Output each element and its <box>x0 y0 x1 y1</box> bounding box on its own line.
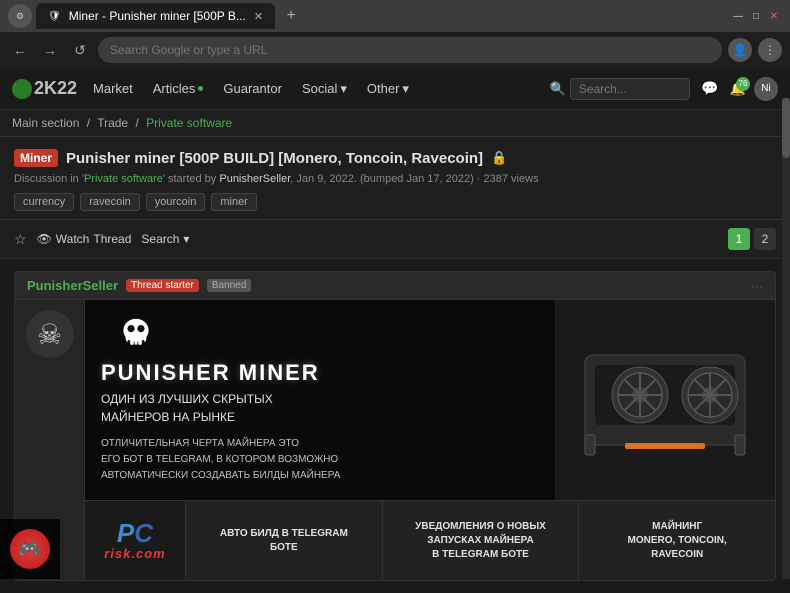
banner-subtitle: ОДИН ИЗ ЛУЧШИХ СКРЫТЫХМАЙНЕРОВ НА РЫНКЕ <box>101 390 539 426</box>
breadcrumb-private-software[interactable]: Private software <box>146 116 232 130</box>
thread-title: Miner Punisher miner [500P BUILD] [Moner… <box>14 149 776 167</box>
search-thread-button[interactable]: Search ▾ <box>141 232 189 246</box>
minimize-button[interactable]: — <box>730 8 746 24</box>
search-icon: 🔍 <box>550 81 566 97</box>
post-avatar: ☠ <box>26 310 74 358</box>
banner-right <box>555 300 775 500</box>
tag-currency[interactable]: currency <box>14 193 74 211</box>
close-button[interactable]: ✕ <box>766 8 782 24</box>
post-role-badge: Thread starter <box>126 279 199 292</box>
private-software-link[interactable]: Private software <box>84 173 163 185</box>
browser-right-icons: 👤 ⋮ <box>728 38 782 62</box>
refresh-button[interactable]: ↺ <box>68 38 92 62</box>
thread-tag-miner: Miner <box>14 149 58 167</box>
thread-title-text: Punisher miner [500P BUILD] [Monero, Ton… <box>66 150 483 167</box>
lock-icon: 🔒 <box>491 150 507 166</box>
feature-boxes: PC risk.com АВТО БИЛД В TELEGRAMБОТЕ УВЕ… <box>85 500 775 580</box>
post-content: PUNISHER MINER ОДИН ИЗ ЛУЧШИХ СКРЫТЫХМАЙ… <box>85 300 775 580</box>
tab-close-button[interactable]: ✕ <box>254 10 263 23</box>
page-2-button[interactable]: 2 <box>754 228 776 250</box>
url-input[interactable] <box>98 37 722 63</box>
tag-miner[interactable]: miner <box>211 193 257 211</box>
forward-button[interactable]: → <box>38 38 62 62</box>
nav-icons: 💬 🔔 76 Ni <box>698 77 778 101</box>
window-controls: — □ ✕ <box>730 8 782 24</box>
tab-title: Miner - Punisher miner [500P B... <box>69 9 246 23</box>
feature-box-3: МАЙНИНГMONERO, TONCOIN,RAVECOIN <box>578 501 775 580</box>
notification-count: 76 <box>736 77 750 91</box>
nav-search-input[interactable] <box>570 78 690 100</box>
browser-menu-button[interactable]: ⋮ <box>758 38 782 62</box>
tab-favicon: 🛡 <box>48 11 61 22</box>
breadcrumb-trade[interactable]: Trade <box>97 116 128 130</box>
post-area: PunisherSeller Thread starter Banned ···… <box>0 259 790 593</box>
search-chevron-icon: ▾ <box>183 232 189 246</box>
feature-box-2: УВЕДОМЛЕНИЯ О НОВЫХЗАПУСКАХ МАЙНЕРАВ TEL… <box>382 501 579 580</box>
chat-icon[interactable]: 💬 <box>698 77 722 101</box>
browser-profile-avatar[interactable]: 👤 <box>728 38 752 62</box>
nav-guarantor[interactable]: Guarantor <box>213 81 292 96</box>
watch-thread-button[interactable]: 👁 Watch Thread <box>37 232 132 246</box>
title-bar: ⚙ 🛡 Miner - Punisher miner [500P B... ✕ … <box>0 0 790 32</box>
site-nav: 2K22 Market Articles Guarantor Social ▾ … <box>0 68 790 110</box>
tab-bar: 🛡 Miner - Punisher miner [500P B... ✕ + <box>36 1 726 31</box>
articles-dot <box>198 86 203 91</box>
nav-other[interactable]: Other ▾ <box>357 81 419 97</box>
post-banned-badge: Banned <box>207 279 251 292</box>
post-more-button[interactable]: ··· <box>751 279 763 293</box>
bottom-widget[interactable]: 🎮 <box>0 519 60 579</box>
punisher-skull-graphic <box>101 316 171 352</box>
maximize-button[interactable]: □ <box>748 8 764 24</box>
back-button[interactable]: ← <box>8 38 32 62</box>
nav-articles[interactable]: Articles <box>143 81 214 96</box>
thread-header: Miner Punisher miner [500P BUILD] [Moner… <box>0 137 790 220</box>
scrollbar-track[interactable] <box>782 98 790 579</box>
address-bar: ← → ↺ 👤 ⋮ <box>0 32 790 68</box>
banner-title: PUNISHER MINER <box>101 360 539 386</box>
thread-toolbar: ☆ 👁 Watch Thread Search ▾ 1 2 <box>0 220 790 259</box>
browser-controls: ⚙ <box>8 4 32 28</box>
site-logo[interactable]: 2K22 <box>12 78 77 99</box>
pagination: 1 2 <box>728 228 776 250</box>
feature-box-2-text: УВЕДОМЛЕНИЯ О НОВЫХЗАПУСКАХ МАЙНЕРАВ TEL… <box>415 520 546 562</box>
feature-box-1-text: АВТО БИЛД В TELEGRAMБОТЕ <box>220 527 348 555</box>
feature-box-3-text: МАЙНИНГMONERO, TONCOIN,RAVECOIN <box>628 520 727 562</box>
feature-box-1: АВТО БИЛД В TELEGRAMБОТЕ <box>185 501 382 580</box>
new-tab-button[interactable]: + <box>279 4 303 28</box>
user-avatar[interactable]: Ni <box>754 77 778 101</box>
scrollbar-thumb[interactable] <box>782 98 790 158</box>
post-username[interactable]: PunisherSeller <box>27 278 118 293</box>
watch-icon: 👁 <box>37 232 52 246</box>
nav-market[interactable]: Market <box>83 81 143 96</box>
tag-ravecoin[interactable]: ravecoin <box>80 193 140 211</box>
banner-desc: ОТЛИЧИТЕЛЬНАЯ ЧЕРТА МАЙНЕРА ЭТОЕГО БОТ В… <box>101 436 539 484</box>
breadcrumb: Main section / Trade / Private software <box>0 110 790 137</box>
author-link[interactable]: PunisherSeller <box>219 173 290 185</box>
page-1-button[interactable]: 1 <box>728 228 750 250</box>
active-tab[interactable]: 🛡 Miner - Punisher miner [500P B... ✕ <box>36 3 275 29</box>
site-content: 2K22 Market Articles Guarantor Social ▾ … <box>0 68 790 593</box>
star-button[interactable]: ☆ <box>14 231 27 248</box>
banner-left: PUNISHER MINER ОДИН ИЗ ЛУЧШИХ СКРЫТЫХМАЙ… <box>85 300 555 500</box>
tag-yourcoin[interactable]: yourcoin <box>146 193 206 211</box>
thread-meta: Discussion in 'Private software' started… <box>14 173 776 185</box>
skull-icon: ☠ <box>37 318 62 351</box>
nav-social[interactable]: Social ▾ <box>292 81 357 97</box>
logo-circle <box>12 79 32 99</box>
thread-tags: currency ravecoin yourcoin miner <box>14 193 776 211</box>
breadcrumb-main[interactable]: Main section <box>12 116 79 130</box>
post: PunisherSeller Thread starter Banned ···… <box>14 271 776 581</box>
gpu-graphic <box>565 335 765 465</box>
bottom-icon: 🎮 <box>10 529 50 569</box>
banner-main: PUNISHER MINER ОДИН ИЗ ЛУЧШИХ СКРЫТЫХМАЙ… <box>85 300 775 500</box>
browser-profile-icon: ⚙ <box>8 4 32 28</box>
post-body: ☠ <box>15 300 775 580</box>
post-header: PunisherSeller Thread starter Banned ··· <box>15 272 775 300</box>
notification-bell[interactable]: 🔔 76 <box>730 81 746 97</box>
toolbar-left: ☆ 👁 Watch Thread Search ▾ <box>14 231 189 248</box>
feature-box-logo: PC risk.com <box>85 501 185 580</box>
